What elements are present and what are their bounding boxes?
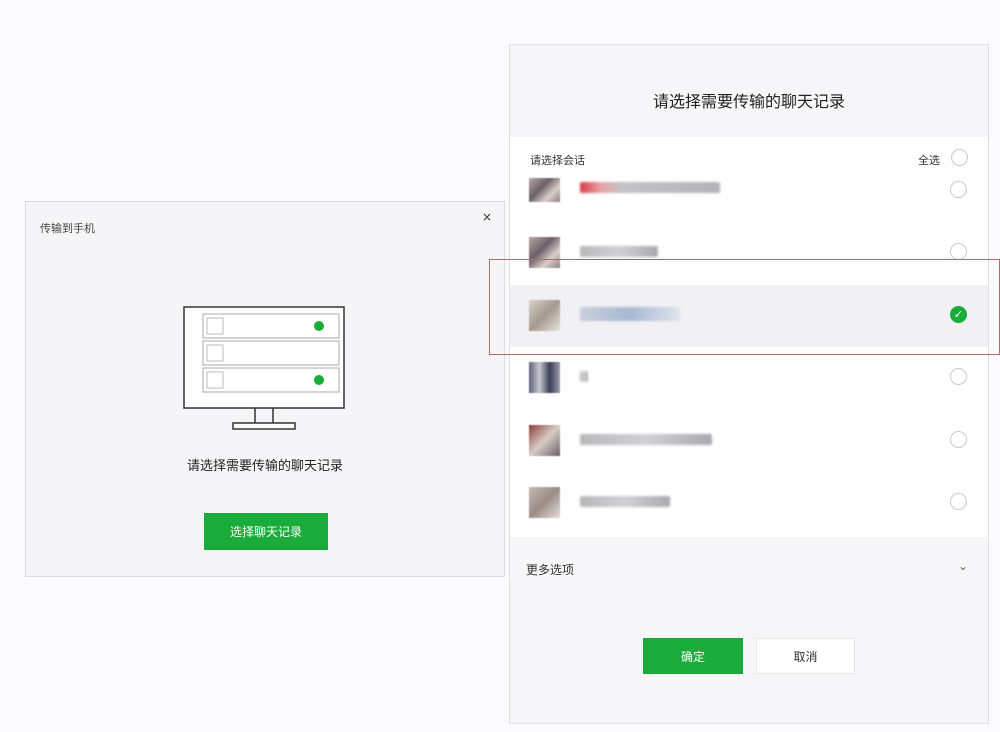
- dialog-title: 请选择需要传输的聊天记录: [652, 92, 845, 111]
- confirm-button[interactable]: 确定: [643, 638, 743, 674]
- contact-name: [580, 434, 712, 445]
- list-item[interactable]: [510, 410, 988, 472]
- list-item[interactable]: [510, 347, 988, 409]
- list-item[interactable]: [510, 472, 988, 534]
- chevron-down-icon: ⌄: [957, 559, 968, 573]
- contact-name: [580, 182, 720, 193]
- list-item[interactable]: [510, 160, 988, 222]
- transfer-dialog: 传输到手机 × 请选择需要传输的聊天记录 选择聊天记录: [25, 201, 505, 577]
- select-radio[interactable]: [950, 431, 967, 448]
- select-radio[interactable]: [950, 368, 967, 385]
- select-chat-records-button[interactable]: 选择聊天记录: [204, 513, 328, 550]
- avatar: [529, 487, 560, 518]
- monitor-illustration-icon: [183, 306, 345, 430]
- contact-name: [580, 496, 670, 507]
- highlight-annotation: [489, 259, 1000, 355]
- select-radio[interactable]: [950, 493, 967, 510]
- contact-name: [580, 371, 588, 382]
- more-options-toggle[interactable]: 更多选项 ⌄: [526, 559, 968, 578]
- select-radio[interactable]: [950, 243, 967, 260]
- avatar: [529, 425, 560, 456]
- transfer-description: 请选择需要传输的聊天记录: [186, 459, 343, 474]
- select-chats-dialog: 请选择需要传输的聊天记录 请选择会话 全选 ✓ 更多选项 ⌄ 确定 取消: [509, 44, 989, 724]
- cancel-button[interactable]: 取消: [756, 638, 855, 674]
- avatar: [529, 178, 560, 202]
- contact-name: [580, 246, 658, 257]
- select-radio[interactable]: [950, 181, 967, 198]
- dialog-title: 传输到手机: [40, 222, 95, 235]
- avatar: [529, 362, 560, 393]
- more-options-label: 更多选项: [526, 563, 575, 577]
- close-icon[interactable]: ×: [482, 210, 492, 224]
